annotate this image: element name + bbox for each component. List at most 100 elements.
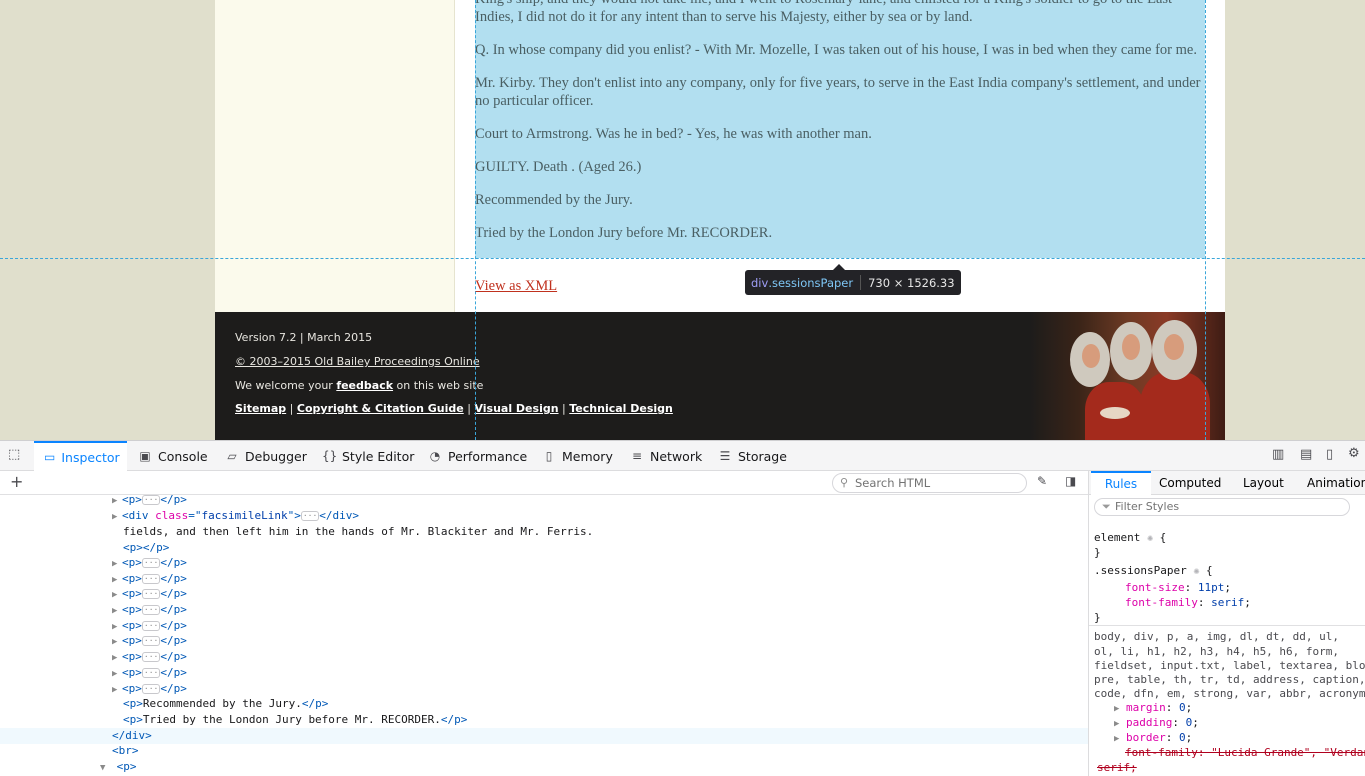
markup-node[interactable]: ▶ <p> ··· </p>	[112, 586, 187, 602]
visual-design-link[interactable]: Visual Design	[474, 402, 558, 415]
tooltip-tag: div	[751, 275, 769, 290]
markup-node[interactable]: ▶ <p> ··· </p>	[112, 571, 187, 587]
style-editor-icon: {}	[322, 449, 338, 463]
eyedropper-icon[interactable]: ✎	[1037, 474, 1047, 488]
tab-memory[interactable]: ▯ Memory	[542, 441, 613, 471]
tab-console[interactable]: ▣ Console	[138, 441, 208, 471]
markup-node[interactable]: ▶ <p> ··· </p>	[112, 665, 187, 681]
markup-node[interactable]: ▶ <p> ··· </p>	[112, 555, 187, 571]
tab-storage[interactable]: ☰ Storage	[718, 441, 787, 471]
devtools-panel: ⬚ ▭ Inspector ▣ Console ▱ Debugger {} Style …	[0, 440, 1365, 776]
rule-sessions-paper[interactable]: .sessionsPaper ✺ {	[1094, 563, 1213, 578]
tab-layout[interactable]: Layout	[1243, 471, 1284, 495]
tab-debugger[interactable]: ▱ Debugger	[225, 441, 307, 471]
paper-paragraph: Court to Armstrong. Was he in bed? - Yes…	[475, 126, 872, 142]
markup-node-selected[interactable]: </div>	[0, 728, 1088, 744]
split-console-icon[interactable]: ▤	[1300, 447, 1312, 462]
markup-node[interactable]: ▶ <p> ··· </p>	[112, 618, 187, 634]
sitemap-link[interactable]: Sitemap	[235, 402, 286, 415]
markup-node[interactable]: ▶ <div class="facsimileLink"> ··· </div>	[112, 508, 359, 524]
tab-label: Debugger	[245, 448, 307, 464]
paper-paragraph: King's ship, and they would not take me,…	[475, 0, 1172, 25]
declaration[interactable]: ▶ margin: 0;	[1114, 700, 1192, 715]
tab-label: Memory	[562, 448, 613, 464]
footer-copyright[interactable]: © 2003–2015 Old Bailey Proceedings Onlin…	[235, 355, 480, 368]
gear-icon[interactable]: ✺	[1147, 531, 1153, 546]
toggle-sidebar-icon[interactable]: ◨	[1065, 474, 1076, 488]
prop-value: 0	[1179, 701, 1186, 714]
rule-selector: .sessionsPaper	[1094, 564, 1187, 577]
technical-design-link[interactable]: Technical Design	[569, 402, 673, 415]
declaration[interactable]: font-size: 11pt;	[1125, 580, 1231, 595]
expand-icon[interactable]: ▶	[1114, 734, 1119, 744]
tab-label: Network	[650, 448, 703, 464]
view-as-xml-link[interactable]: View as XML	[475, 278, 557, 295]
markup-node[interactable]: ▶ <p> ··· </p>	[112, 495, 187, 508]
filter-placeholder: Filter Styles	[1115, 500, 1180, 513]
expand-icon[interactable]: ▶	[1114, 704, 1119, 714]
markup-node[interactable]: ▶ <p> ··· </p>	[112, 649, 187, 665]
filter-icon: ⏷	[1102, 500, 1111, 513]
markup-node[interactable]: ▶ <p> ··· </p>	[112, 633, 187, 649]
declaration-overridden[interactable]: font-family: "Lucida Grande", "Verdan	[1125, 745, 1365, 760]
tab-animations[interactable]: Animations	[1307, 471, 1365, 495]
paper-paragraph: Recommended by the Jury.	[475, 192, 633, 208]
reset-selector[interactable]: body, div, p, a, img, dl, dt, dd, ul,	[1094, 629, 1339, 644]
inspector-toolbar: + ⚲ Search HTML ✎ ◨	[0, 471, 1088, 495]
add-node-icon[interactable]: +	[10, 472, 23, 491]
markup-node[interactable]: <br>	[112, 743, 139, 759]
dock-layout-icon[interactable]: ▥	[1272, 447, 1284, 462]
tab-style-editor[interactable]: {} Style Editor	[322, 441, 414, 471]
filter-styles-input[interactable]: ⏷ Filter Styles	[1094, 498, 1350, 516]
markup-node[interactable]: ▶ <p> ··· </p>	[112, 602, 187, 618]
markup-node[interactable]: <p></p>	[123, 540, 169, 556]
responsive-mode-icon[interactable]: ▯	[1326, 447, 1333, 462]
tab-rules[interactable]: Rules	[1091, 471, 1151, 495]
pick-element-icon[interactable]: ⬚	[8, 447, 20, 462]
markup-text-node[interactable]: fields, and then left him in the hands o…	[123, 524, 593, 540]
guide-line-right	[1205, 0, 1206, 440]
declaration[interactable]: ▶ padding: 0;	[1114, 715, 1199, 730]
gear-icon[interactable]: ✺	[1193, 564, 1199, 579]
tab-label: Performance	[448, 448, 528, 464]
tab-label: Console	[158, 448, 208, 464]
tab-performance[interactable]: ◔ Performance	[428, 441, 527, 471]
tooltip-dimensions: 730 × 1526.33	[868, 275, 955, 290]
markup-node[interactable]: ▼ <p>	[100, 759, 137, 775]
search-html-input[interactable]: ⚲ Search HTML	[832, 473, 1027, 493]
footer-links: Sitemap | Copyright & Citation Guide | V…	[235, 402, 673, 415]
declaration[interactable]: font-family: serif;	[1125, 595, 1251, 610]
markup-view: ▶ <p> ··· </p> ▶ <div class="facsimileLink">…	[0, 495, 1088, 776]
markup-node[interactable]: ▶ <p> ··· </p>	[112, 681, 187, 697]
prop-value: serif	[1211, 596, 1245, 609]
markup-node[interactable]: <p>Tried by the London Jury before Mr. R…	[123, 712, 467, 728]
gear-icon[interactable]: ⚙	[1348, 446, 1360, 461]
tab-computed[interactable]: Computed	[1159, 471, 1221, 495]
markup-node[interactable]: <p>Recommended by the Jury.</p>	[123, 696, 328, 712]
feedback-link[interactable]: feedback	[336, 379, 393, 392]
reset-selector[interactable]: fieldset, input.txt, label, textarea, bl…	[1094, 658, 1365, 673]
declaration-overridden[interactable]: serif;	[1097, 760, 1137, 775]
rule-element[interactable]: element ✺ {	[1094, 530, 1166, 545]
reset-selector[interactable]: ol, li, h1, h2, h3, h4, h5, h6, form,	[1094, 644, 1339, 659]
welcome-text: We welcome your	[235, 379, 337, 392]
footer-welcome: We welcome your feedback on this web sit…	[235, 379, 483, 392]
expand-icon[interactable]: ▶	[1114, 719, 1119, 729]
tab-inspector[interactable]: ▭ Inspector	[34, 441, 127, 471]
copyright-citation-link[interactable]: Copyright & Citation Guide	[297, 402, 464, 415]
console-icon: ▣	[139, 449, 151, 463]
reset-selector[interactable]: code, dfn, em, strong, var, abbr, acrony…	[1094, 686, 1365, 701]
reset-selector[interactable]: pre, table, th, tr, td, address, caption…	[1094, 672, 1365, 687]
performance-icon: ◔	[429, 449, 441, 463]
sidebar-tabbar: Rules Computed Layout Animations	[1089, 471, 1365, 495]
rule-selector: element	[1094, 531, 1141, 544]
paper-paragraph: Q. In whose company did you enlist? - Wi…	[475, 42, 1197, 58]
declaration[interactable]: ▶ border: 0;	[1114, 730, 1192, 745]
link-separator: |	[562, 402, 566, 415]
tab-network[interactable]: ≡ Network	[630, 441, 702, 471]
debugger-icon: ▱	[227, 449, 237, 463]
paper-paragraph: Tried by the London Jury before Mr. RECO…	[475, 225, 773, 241]
tab-label: Storage	[738, 448, 787, 464]
facsimile-class: facsimileLink	[201, 509, 288, 522]
prop-name: border	[1126, 731, 1166, 744]
